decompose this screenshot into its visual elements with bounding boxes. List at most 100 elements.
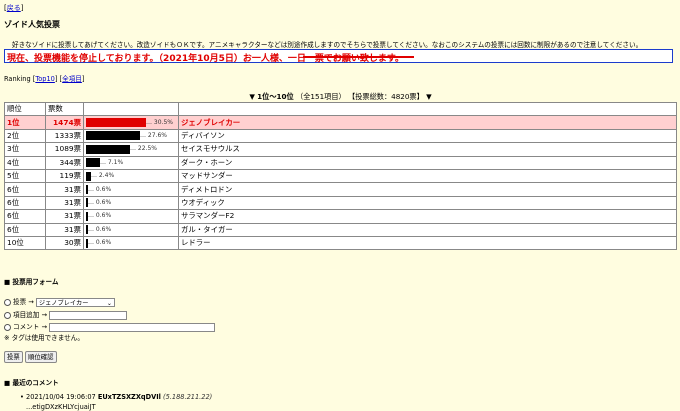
bar-cell: … 27.6% [83,128,179,144]
rank-cell: 6位 [4,222,46,237]
vote-share-bar [86,144,130,154]
rank-cell: 6位 [4,209,46,224]
comment-user: EUxTZSXZXqDVIl [97,393,161,401]
vote-share-bar [86,118,146,128]
vote-share-bar [86,131,140,141]
vote-button[interactable]: 投票 [4,351,23,363]
name-cell: ダーク・ホーン [178,155,677,170]
rank-cell: 1位 [4,115,46,130]
name-cell: セイスモサウルス [178,142,677,157]
vote-radio[interactable] [4,298,11,306]
votes-cell: 119票 [45,168,84,184]
votes-cell: 31票 [45,222,84,237]
table-row: 6位 31票 … 0.6% サラマンダーF2 [4,209,677,224]
form-buttons: 投票 順位確認 [4,351,57,363]
rank-range: 1位～10位 [257,92,294,101]
ranking-nav: Ranking [Top10] [全項目] [4,75,85,83]
bar-cell: … 0.6% [83,209,179,224]
vote-share-label: … 0.6% [88,212,112,220]
triangle-down-icon: ▼ [426,92,432,101]
comment-radio[interactable] [4,323,11,331]
rank-cell: 6位 [4,182,46,197]
votes-cell: 31票 [45,182,84,197]
triangle-down-icon: ▼ [249,92,255,101]
vote-select-value: ジェノブレイカー [38,299,89,307]
vote-share-label: … 0.6% [88,225,112,233]
name-cell: ガル・タイガー [178,222,677,237]
table-row: 3位 1089票 … 22.5% セイスモサウルス [4,142,677,157]
rank-cell: 3位 [4,142,46,157]
table-row: 6位 31票 … 0.6% ウオディック [4,195,677,211]
vote-form-title: ■ 投票用フォーム [4,278,59,286]
bullet-icon: • [20,393,24,401]
add-item-row: 項目追加 → [4,309,128,320]
vote-share-label: … 0.6% [88,239,112,247]
back-link[interactable]: 戻る [7,4,21,12]
vote-share-label: … 22.5% [130,145,157,153]
confirm-rank-button[interactable]: 順位確認 [25,351,57,363]
name-cell: ディバイソン [178,128,677,144]
notice-strikethrough [303,56,414,58]
vote-share-label: … 0.6% [88,198,112,206]
notice-box: 現在、投票機能を停止しております。（2021年10月5日）お一人様、一日一票でお… [4,49,673,64]
rank-cell: 2位 [4,128,46,144]
votes-cell: 31票 [45,209,84,224]
ranking-table: 順位 票数 1位 1474票 … 30.5% ジェノブレイカー 2位 1333票 … 27.… [4,101,677,251]
votes-cell: 30票 [45,235,84,251]
table-row: 10位 30票 … 0.6% レドラー [4,235,677,251]
vote-share-label: … 7.1% [100,158,124,166]
name-cell: サラマンダーF2 [178,209,677,224]
all-items-link[interactable]: 全項目 [62,75,82,83]
ranking-label: Ranking [4,75,31,83]
comment-input[interactable] [49,322,216,332]
table-row: 6位 31票 … 0.6% ディメトロドン [4,182,677,197]
vote-share-label: … 30.5% [146,118,173,126]
table-row: 4位 344票 … 7.1% ダーク・ホーン [4,155,677,170]
vote-row: 投票 → ジェノブレイカー ⌄ [4,296,115,307]
header-bar [83,101,179,117]
comment-item: • 2021/10/04 19:06:07 EUxTZSXZXqDVIl (5.… [20,393,212,401]
bar-cell: … 0.6% [83,222,179,237]
header-votes: 票数 [45,101,84,117]
name-cell: マッドサンダー [178,168,677,184]
rank-total-votes: 【投票総数：4820票】 [348,92,424,101]
recent-comments-title: ■ 最近のコメント [4,379,59,387]
votes-cell: 1333票 [45,128,84,144]
table-header-row: 順位 票数 [4,101,677,117]
add-item-label: 項目追加 → [13,311,47,319]
rank-total-items: （全151項目） [296,92,346,101]
top10-link[interactable]: Top10 [35,75,55,83]
votes-cell: 344票 [45,155,84,170]
page-title: ゾイド人気投票 [4,20,60,29]
comment-datetime: 2021/10/04 19:06:07 [26,393,96,401]
chevron-down-icon: ⌄ [106,299,112,307]
name-cell: ジェノブレイカー [178,115,677,130]
bar-cell: … 0.6% [83,195,179,211]
header-rank: 順位 [4,101,46,117]
rank-cell: 5位 [4,168,46,184]
table-row: 5位 119票 … 2.4% マッドサンダー [4,168,677,184]
votes-cell: 1474票 [45,115,84,130]
intro-text: 好きなゾイドに投票してあげてください。改造ゾイドもＯＫです。アニメキャラクターな… [12,41,643,49]
name-cell: ディメトロドン [178,182,677,197]
votes-cell: 1089票 [45,142,84,157]
bar-cell: … 7.1% [83,155,179,170]
comment-row: コメント → [4,321,216,332]
add-item-radio[interactable] [4,311,11,319]
bar-cell: … 2.4% [83,168,179,184]
rank-cell: 10位 [4,235,46,251]
comment-ip: (5.188.211.22) [163,393,213,401]
back-link-wrapper: [戻る] [4,4,24,12]
bar-cell: … 0.6% [83,182,179,197]
vote-select[interactable]: ジェノブレイカー ⌄ [35,297,115,307]
add-item-input[interactable] [49,310,128,320]
notice-text: 現在、投票機能を停止しております。（2021年10月5日）お一人様、一日一票でお… [7,54,404,64]
rank-cell: 6位 [4,195,46,211]
name-cell: ウオディック [178,195,677,211]
rank-cell: 4位 [4,155,46,170]
table-row: 2位 1333票 … 27.6% ディバイソン [4,128,677,144]
bar-cell: … 22.5% [83,142,179,157]
votes-cell: 31票 [45,195,84,211]
vote-share-label: … 2.4% [91,172,115,180]
vote-share-bar [86,158,100,168]
